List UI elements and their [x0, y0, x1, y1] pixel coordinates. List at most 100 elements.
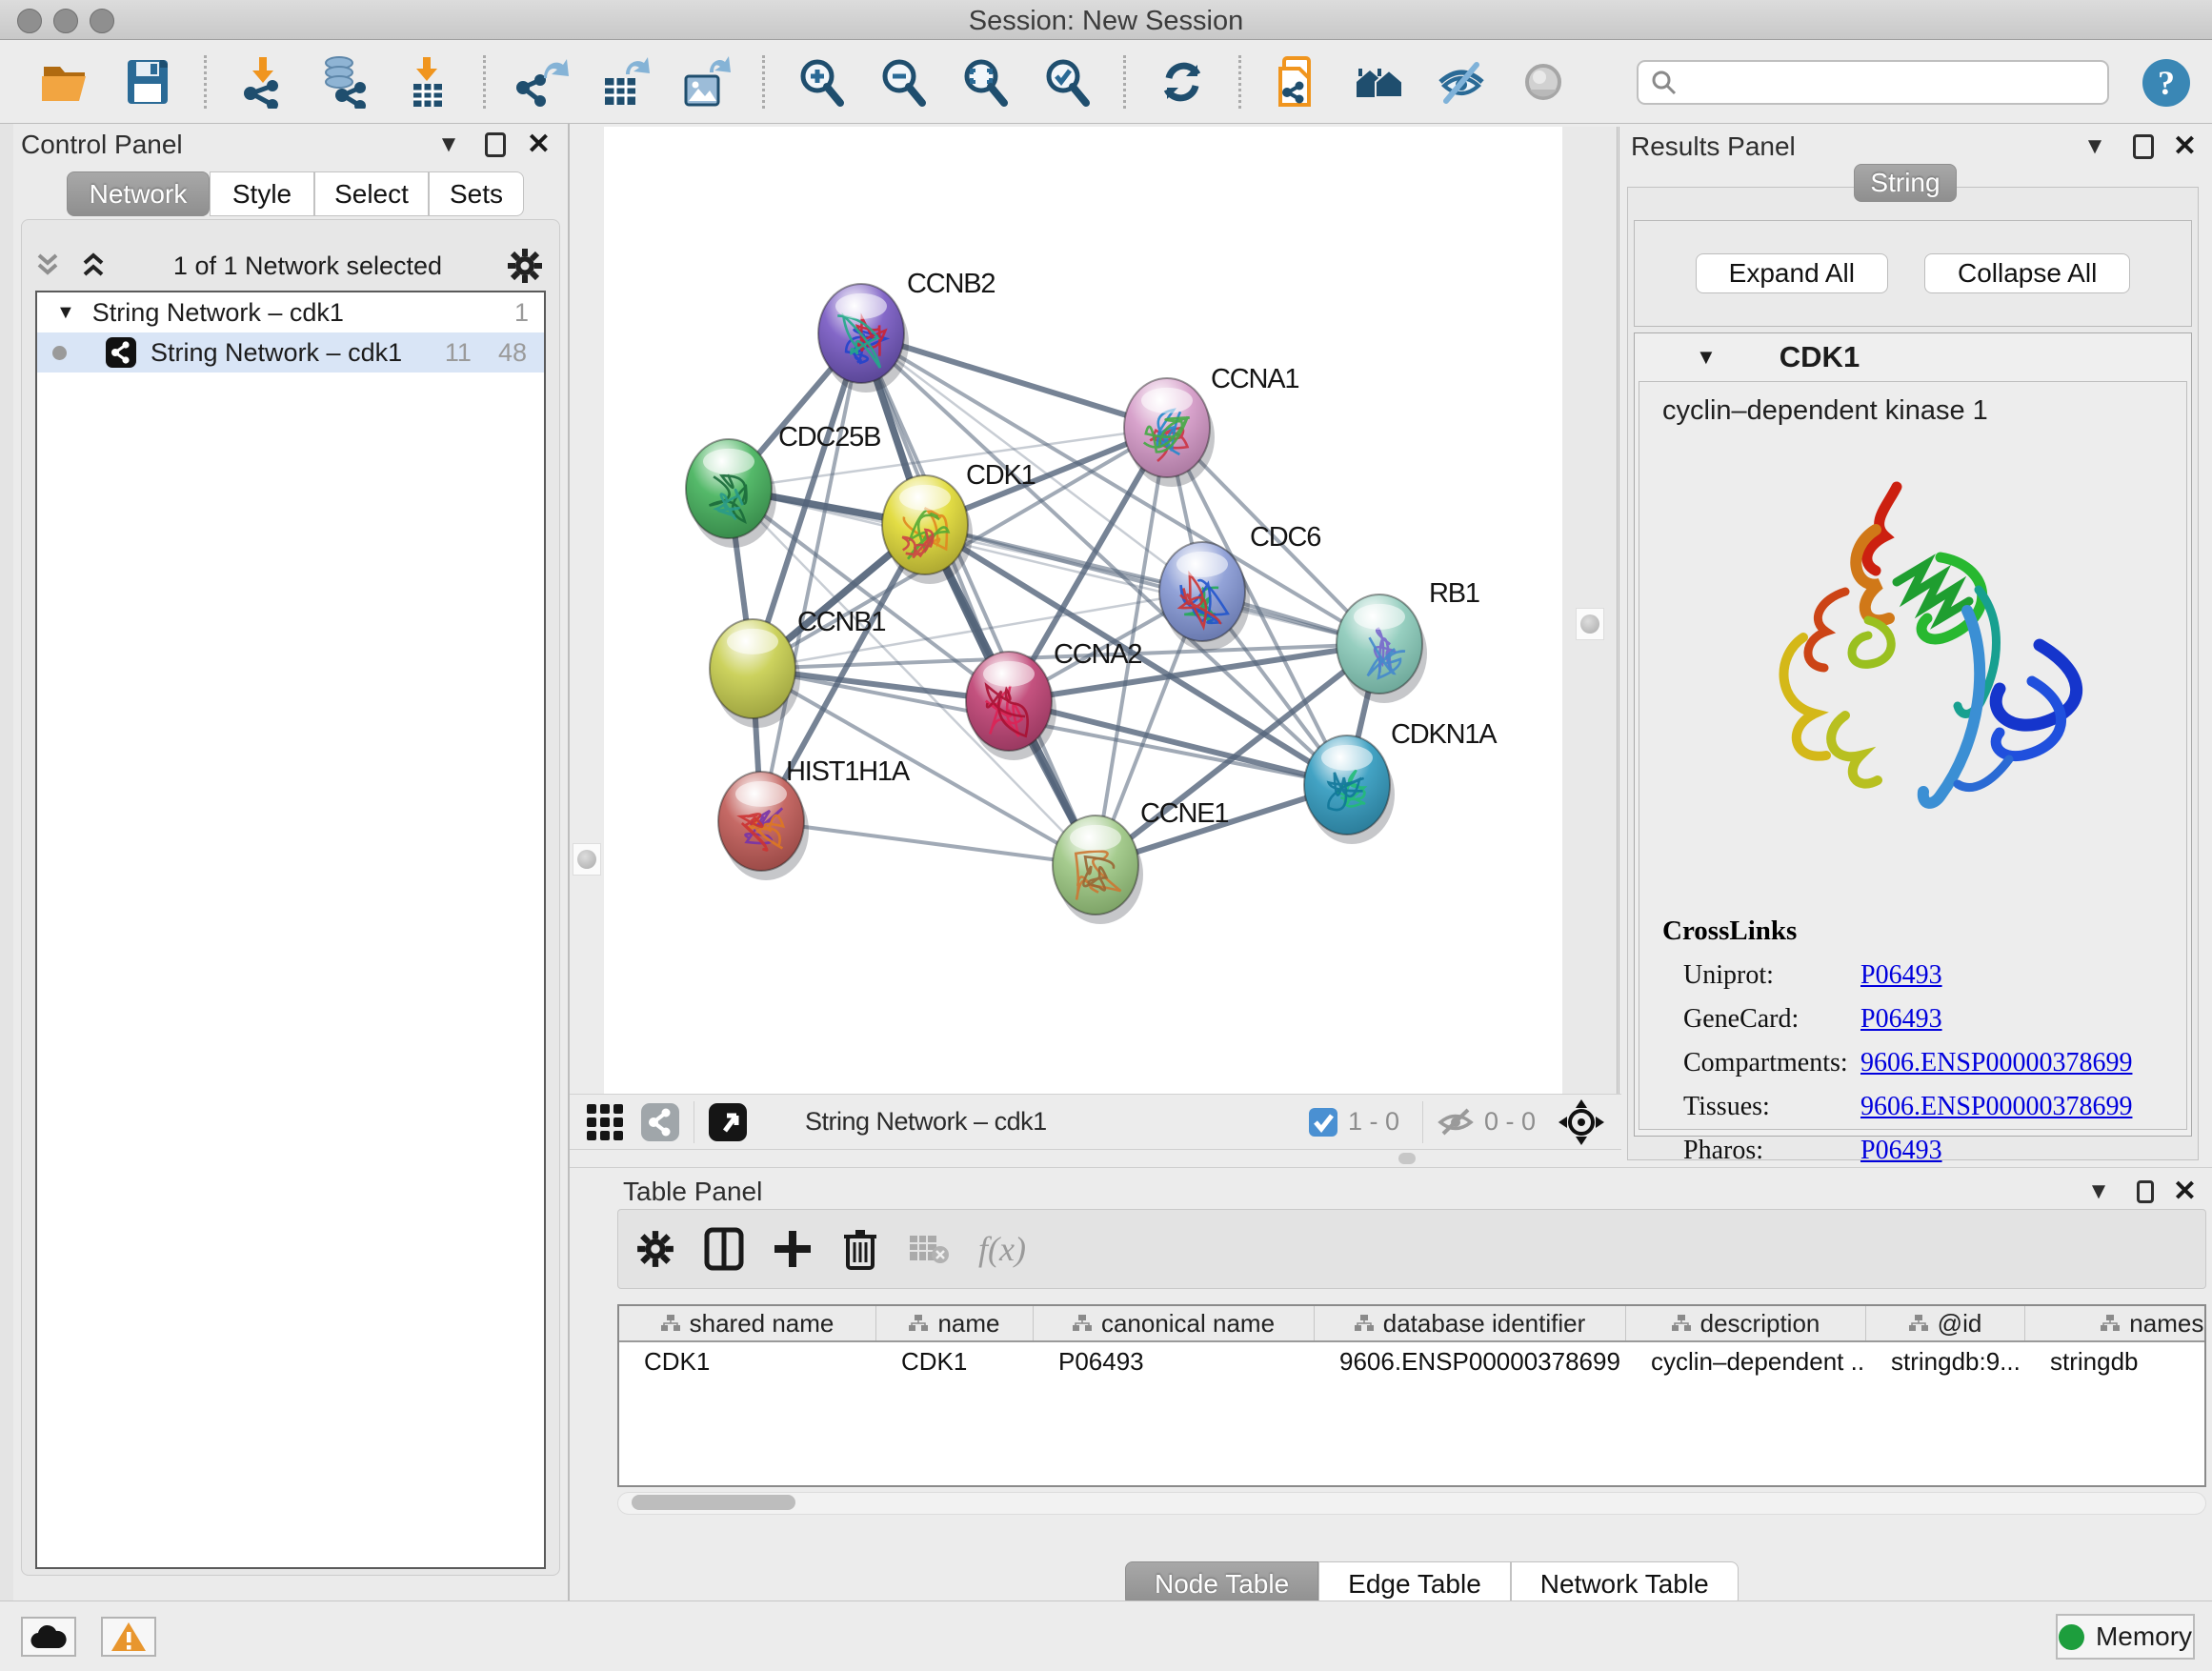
table-cell[interactable]: cyclin–dependent ...	[1626, 1342, 1866, 1380]
collapse-all-icon[interactable]	[31, 250, 64, 282]
results-panel-menu-icon[interactable]: ▼	[2083, 133, 2106, 160]
column-header-namespace[interactable]: namespace	[2025, 1306, 2206, 1340]
import-table-icon[interactable]	[399, 54, 454, 110]
export-network-icon[interactable]	[514, 54, 570, 110]
tab-string[interactable]: String	[1854, 164, 1957, 202]
fit-content-crosshair-icon[interactable]	[1558, 1099, 1604, 1145]
section-collapse-icon[interactable]: ▼	[1696, 345, 1717, 370]
add-column-icon[interactable]	[773, 1229, 813, 1269]
open-session-icon[interactable]	[38, 54, 93, 110]
table-panel-menu-icon[interactable]: ▼	[2087, 1178, 2110, 1205]
zoom-out-icon[interactable]	[875, 54, 931, 110]
column-header-description[interactable]: description	[1626, 1306, 1866, 1340]
tab-network-table[interactable]: Network Table	[1511, 1561, 1739, 1606]
control-panel-menu-icon[interactable]: ▼	[437, 131, 460, 158]
network-node-ccna1[interactable]	[1124, 378, 1215, 487]
network-edge[interactable]	[761, 821, 1096, 865]
crosslink-link[interactable]: P06493	[1860, 960, 1942, 991]
network-node-ccna2[interactable]	[966, 652, 1056, 760]
network-node-cdkn1a[interactable]	[1304, 735, 1395, 844]
control-panel-float-icon[interactable]	[485, 132, 506, 157]
memory-button[interactable]: Memory	[2056, 1614, 2195, 1660]
column-header-name[interactable]: name	[876, 1306, 1034, 1340]
selected-checkbox-icon[interactable]	[1308, 1107, 1338, 1137]
expand-all-button[interactable]: Expand All	[1696, 253, 1888, 293]
table-panel-close-icon[interactable]: ✕	[2173, 1179, 2197, 1204]
scrollbar-thumb[interactable]	[632, 1495, 795, 1510]
tab-sets[interactable]: Sets	[429, 171, 524, 216]
panel-splitter-grip[interactable]	[1576, 608, 1604, 640]
crosslink-link[interactable]: 9606.ENSP00000378699	[1860, 1092, 2132, 1122]
import-network-database-icon[interactable]	[317, 54, 372, 110]
network-node-ccnb2[interactable]	[818, 284, 909, 393]
search-input[interactable]	[1679, 67, 2107, 98]
network-edge[interactable]	[1009, 701, 1347, 785]
collapse-all-button[interactable]: Collapse All	[1924, 253, 2130, 293]
column-header--id[interactable]: @id	[1866, 1306, 2025, 1340]
crosslink-link[interactable]: P06493	[1860, 1004, 1942, 1035]
network-node-cdc25b[interactable]	[686, 439, 776, 548]
network-view-mode-icon[interactable]	[640, 1102, 680, 1142]
zoom-selected-icon[interactable]	[1039, 54, 1095, 110]
save-session-icon[interactable]	[120, 54, 175, 110]
toolbar-separator	[1123, 55, 1126, 109]
panel-splitter-grip-left[interactable]	[573, 843, 601, 876]
column-header-canonical-name[interactable]: canonical name	[1034, 1306, 1315, 1340]
network-node-rb1[interactable]	[1337, 594, 1427, 703]
table-cell[interactable]: stringdb:9...	[1866, 1342, 2025, 1380]
horizontal-splitter-grip[interactable]	[1398, 1153, 1416, 1164]
zoom-fit-icon[interactable]	[957, 54, 1013, 110]
tab-node-table[interactable]: Node Table	[1125, 1561, 1318, 1606]
tab-select[interactable]: Select	[314, 171, 429, 216]
detach-view-icon[interactable]	[708, 1102, 748, 1142]
tab-network[interactable]: Network	[67, 171, 210, 216]
tab-edge-table[interactable]: Edge Table	[1318, 1561, 1511, 1606]
network-options-gear-icon[interactable]	[506, 247, 544, 285]
network-node-cdk1[interactable]	[882, 475, 973, 584]
column-header-database-identifier[interactable]: database identifier	[1315, 1306, 1626, 1340]
table-panel-float-icon[interactable]	[2137, 1180, 2154, 1203]
crosslink-link[interactable]: 9606.ENSP00000378699	[1860, 1048, 2132, 1078]
zoom-in-icon[interactable]	[794, 54, 849, 110]
column-type-icon	[909, 1315, 928, 1332]
table-cell[interactable]: CDK1	[876, 1342, 1034, 1380]
table-horizontal-scrollbar[interactable]	[617, 1492, 2206, 1515]
show-hidden-icon[interactable]	[1516, 54, 1571, 110]
table-data-row[interactable]: CDK1CDK1P064939606.ENSP00000378699cyclin…	[619, 1342, 2206, 1380]
results-panel-float-icon[interactable]	[2133, 134, 2154, 159]
network-canvas[interactable]: CCNB2CCNA1CDC25BCDK1CDC6RB1CCNB1CCNA2CDK…	[604, 127, 1562, 1094]
import-network-file-icon[interactable]	[235, 54, 291, 110]
network-row-selected[interactable]: String Network – cdk1 11 48	[37, 332, 544, 372]
network-collection-row[interactable]: ▼ String Network – cdk1 1	[37, 292, 544, 332]
cloud-status-button[interactable]	[21, 1617, 76, 1657]
network-node-hist1h1a[interactable]	[718, 772, 809, 880]
table-options-gear-icon[interactable]	[635, 1229, 675, 1269]
global-search-box[interactable]	[1637, 60, 2109, 105]
network-node-ccne1[interactable]	[1053, 815, 1143, 924]
clone-network-icon[interactable]	[1270, 54, 1325, 110]
control-panel-close-icon[interactable]: ✕	[527, 132, 551, 157]
refresh-icon[interactable]	[1155, 54, 1210, 110]
warnings-button[interactable]	[101, 1617, 156, 1657]
results-panel-close-icon[interactable]: ✕	[2173, 134, 2197, 159]
grid-view-icon[interactable]	[585, 1102, 625, 1142]
collection-expand-icon[interactable]: ▼	[56, 302, 75, 324]
column-header-shared-name[interactable]: shared name	[619, 1306, 876, 1340]
help-icon[interactable]: ?	[2140, 56, 2193, 114]
column-type-icon	[2101, 1315, 2120, 1332]
first-neighbors-icon[interactable]	[1352, 54, 1407, 110]
table-cell[interactable]: 9606.ENSP00000378699	[1315, 1342, 1626, 1380]
delete-column-icon[interactable]	[841, 1227, 879, 1271]
export-table-icon[interactable]	[596, 54, 652, 110]
table-cell[interactable]: CDK1	[619, 1342, 876, 1380]
export-image-icon[interactable]	[678, 54, 734, 110]
network-node-ccnb1[interactable]	[710, 619, 800, 728]
tab-style[interactable]: Style	[210, 171, 314, 216]
expand-all-icon[interactable]	[77, 250, 110, 282]
crosslink-link[interactable]: P06493	[1860, 1136, 1942, 1166]
show-columns-icon[interactable]	[704, 1227, 744, 1271]
table-cell[interactable]: P06493	[1034, 1342, 1315, 1380]
table-cell[interactable]: stringdb	[2025, 1342, 2206, 1380]
protein-section-header[interactable]: ▼ CDK1	[1635, 333, 2191, 380]
hide-selected-icon[interactable]	[1434, 54, 1489, 110]
